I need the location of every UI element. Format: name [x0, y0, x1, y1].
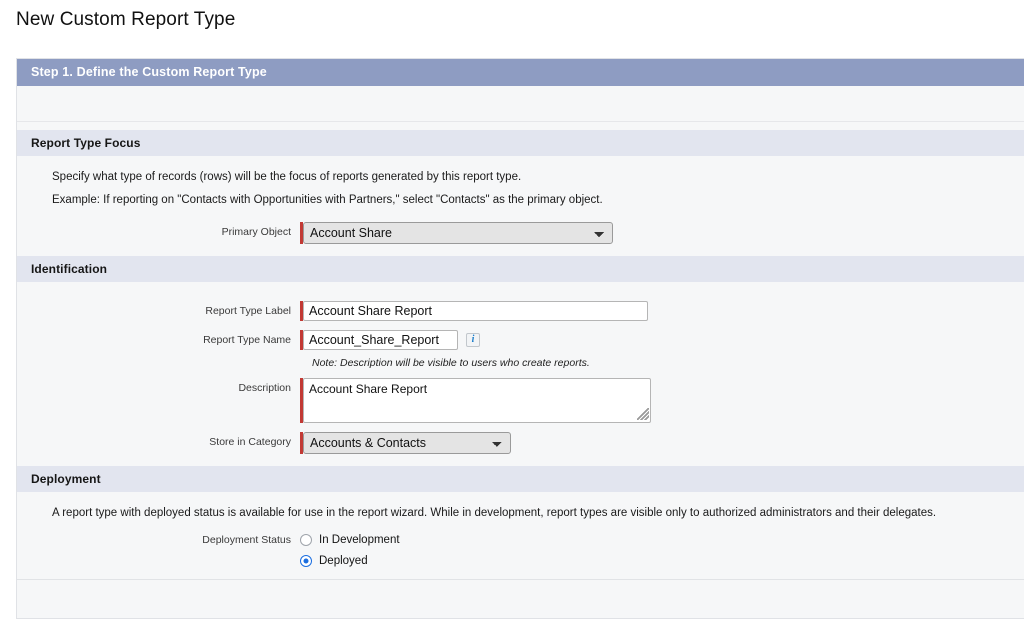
- report-type-label-input[interactable]: [303, 300, 648, 321]
- field-row-report-type-name: Report Type Name i: [17, 329, 1024, 350]
- report-type-label-control: [300, 300, 648, 321]
- focus-help-line-2: Example: If reporting on "Contacts with …: [52, 194, 603, 207]
- deployment-help-line-1: A report type with deployed status is av…: [52, 506, 937, 519]
- field-row-primary-object: Primary Object Account Share: [17, 221, 1024, 244]
- section-body-identification: Report Type Label Report Type Name i Not…: [17, 281, 1024, 466]
- description-textarea[interactable]: Account Share Report: [303, 377, 651, 423]
- deployment-status-label: Deployment Status: [202, 533, 291, 546]
- radio-option-deployed[interactable]: Deployed: [300, 554, 368, 567]
- page-title: New Custom Report Type: [16, 9, 236, 30]
- report-type-name-label: Report Type Name: [203, 333, 291, 346]
- store-in-category-control: Accounts & Contacts: [300, 431, 511, 454]
- step-header: Step 1. Define the Custom Report Type: [17, 59, 1024, 86]
- info-icon[interactable]: i: [466, 332, 480, 347]
- radio-row-deployed: Deployed: [17, 554, 1024, 567]
- primary-object-label: Primary Object: [221, 225, 291, 238]
- description-wrapper: Account Share Report: [303, 377, 651, 423]
- store-in-category-select[interactable]: Accounts & Contacts: [303, 431, 511, 454]
- field-row-store-in-category: Store in Category Accounts & Contacts: [17, 431, 1024, 454]
- section-header-identification: Identification: [17, 255, 1024, 282]
- description-label: Description: [238, 381, 291, 394]
- report-type-panel: Step 1. Define the Custom Report Type Re…: [16, 58, 1024, 619]
- panel-footer: [17, 579, 1024, 618]
- report-type-label-label: Report Type Label: [205, 304, 291, 317]
- section-header-deployment: Deployment: [17, 465, 1024, 492]
- store-in-category-label: Store in Category: [209, 435, 291, 448]
- focus-help-line-1: Specify what type of records (rows) will…: [52, 171, 522, 183]
- radio-icon-in-development[interactable]: [300, 533, 312, 546]
- primary-object-select[interactable]: Account Share: [303, 221, 613, 244]
- primary-object-control: Account Share: [300, 221, 613, 244]
- radio-label-deployed: Deployed: [319, 554, 368, 567]
- section-body-deployment: A report type with deployed status is av…: [17, 491, 1024, 579]
- radio-label-in-development: In Development: [319, 533, 400, 546]
- radio-row-in-development: Deployment Status In Development: [17, 533, 1024, 546]
- panel-top-blank-area: [17, 86, 1024, 122]
- radio-option-in-development[interactable]: In Development: [300, 533, 400, 546]
- report-type-name-control: i: [300, 329, 480, 350]
- description-note: Note: Description will be visible to use…: [312, 356, 590, 369]
- field-row-description: Description Account Share Report: [17, 377, 1024, 423]
- panel-spacer: [17, 122, 1024, 130]
- section-header-report-type-focus: Report Type Focus: [17, 130, 1024, 156]
- section-body-report-type-focus: Specify what type of records (rows) will…: [17, 156, 1024, 256]
- radio-icon-deployed[interactable]: [300, 554, 312, 567]
- field-row-report-type-label: Report Type Label: [17, 300, 1024, 321]
- report-type-name-input[interactable]: [303, 329, 458, 350]
- description-control: Account Share Report: [300, 377, 651, 423]
